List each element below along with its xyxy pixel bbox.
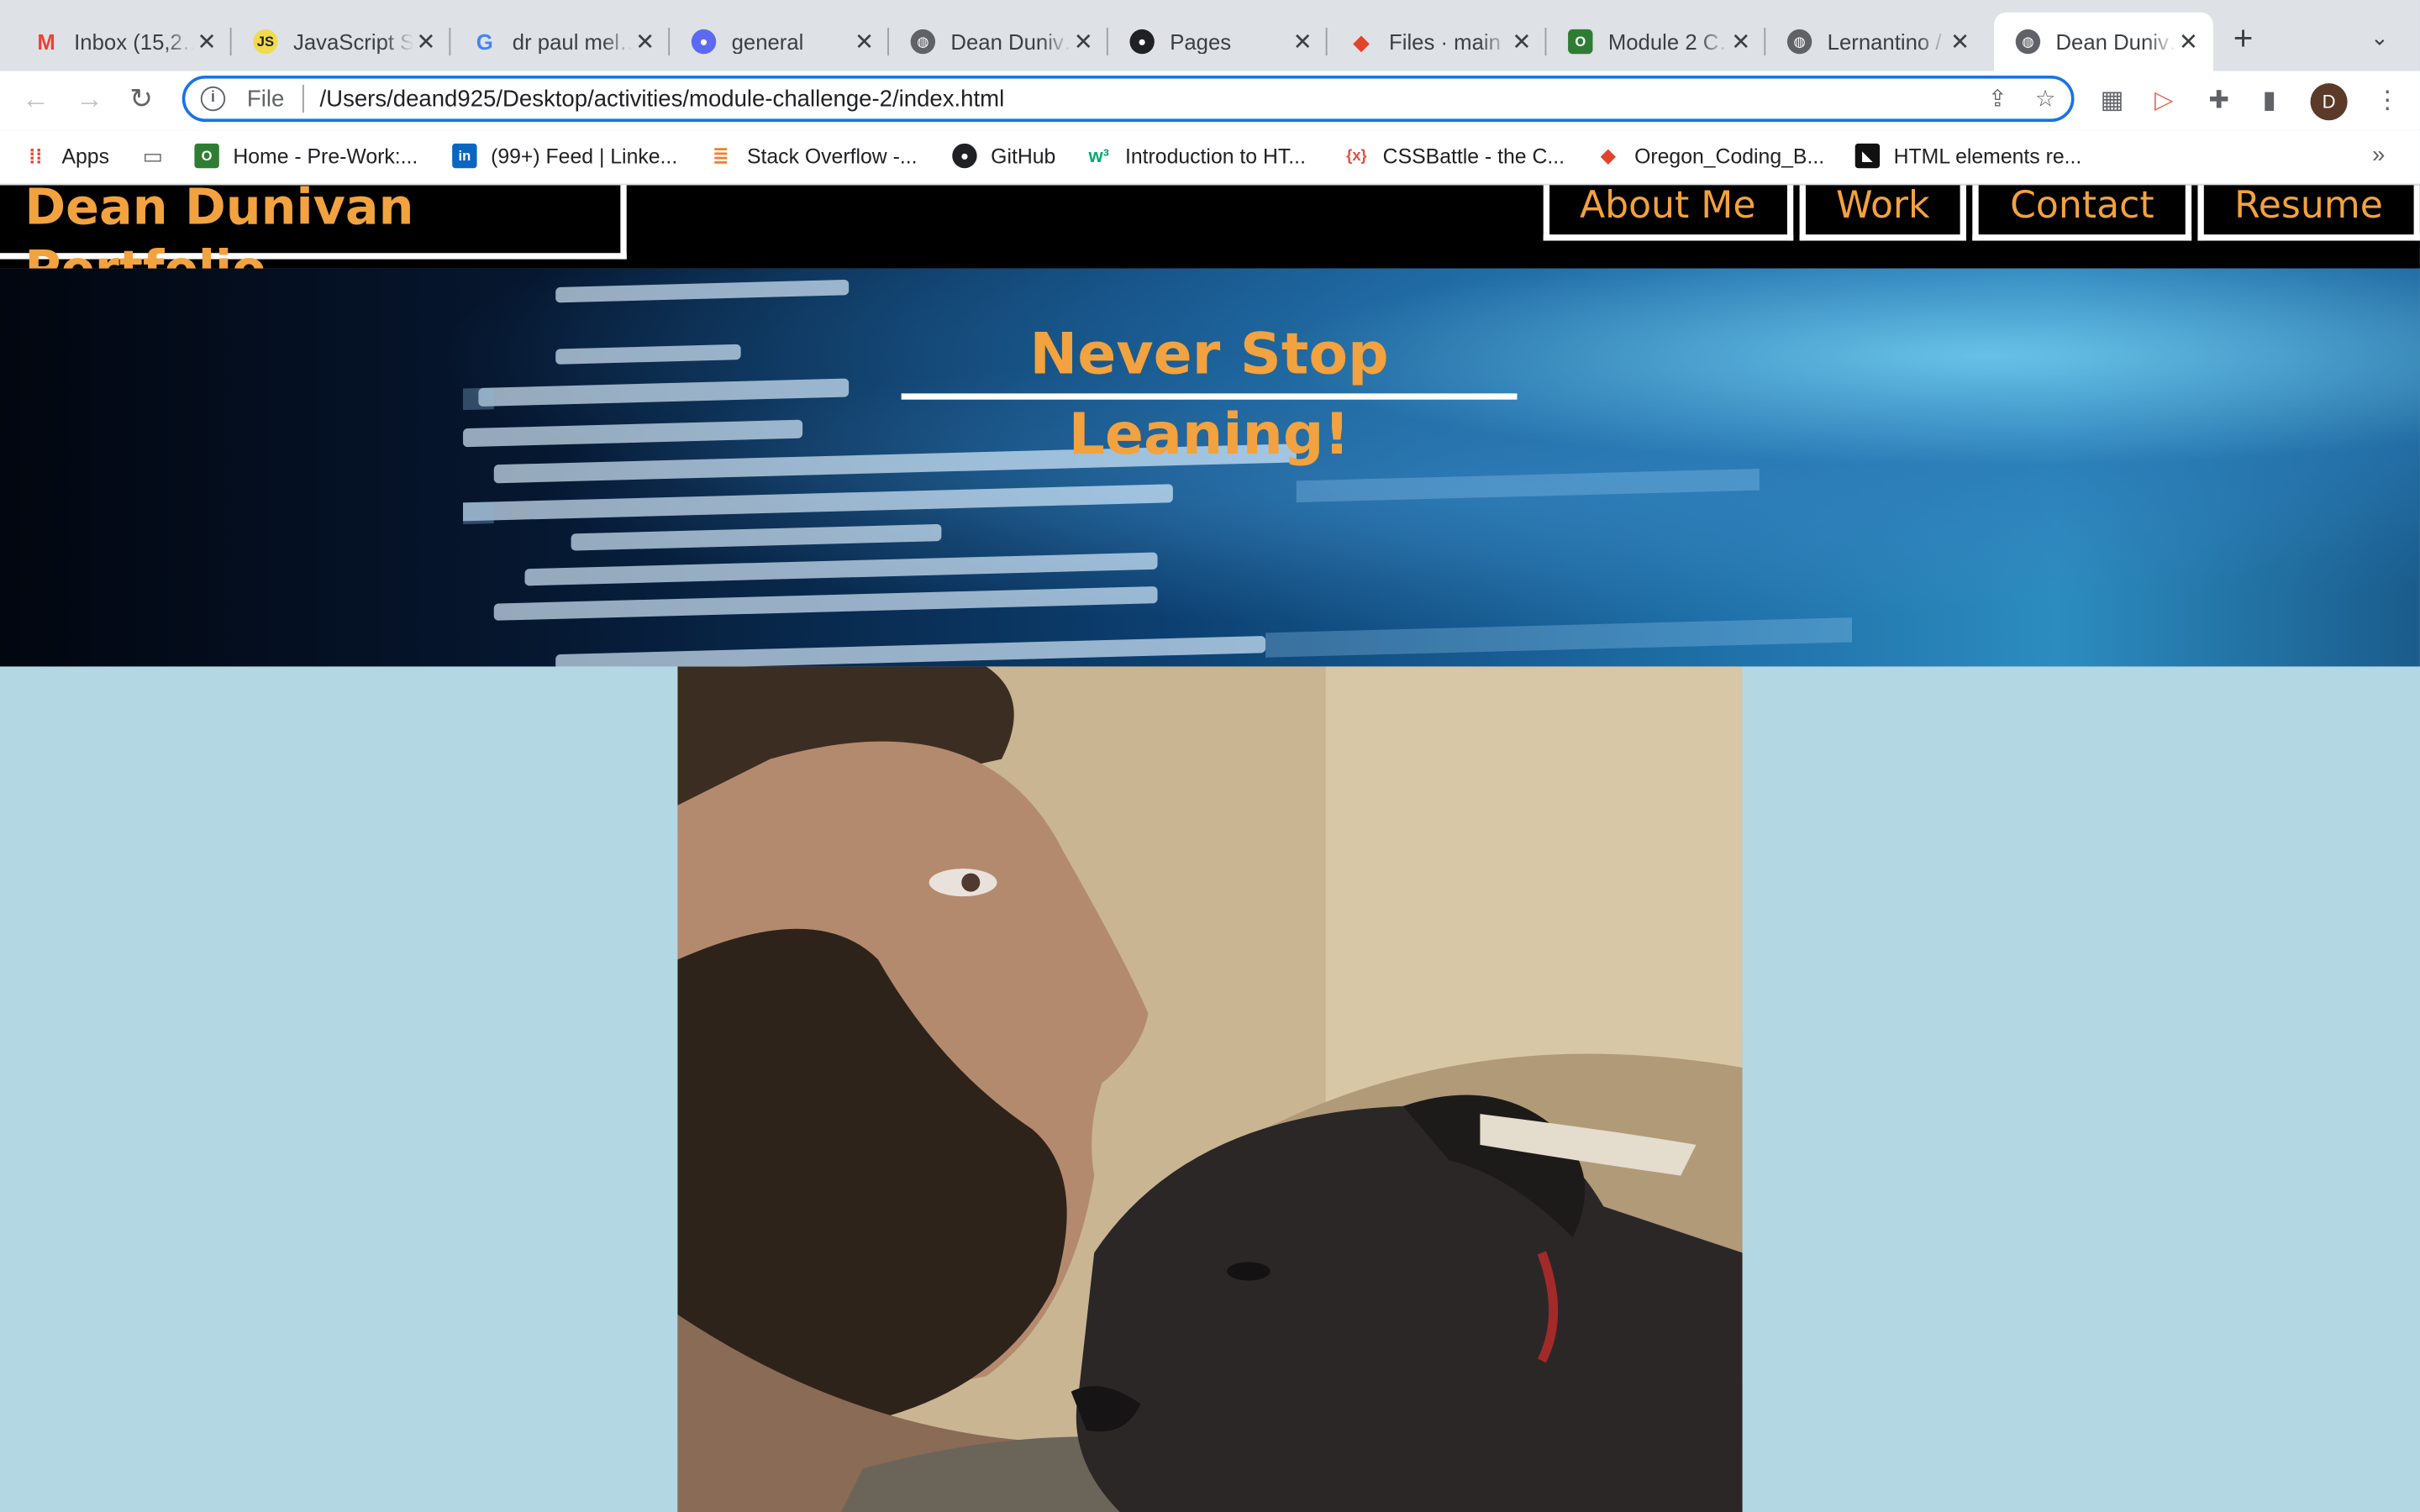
share-icon[interactable]: ⇪ (1988, 85, 2007, 113)
screencast-extension-icon[interactable]: ▷ (2154, 85, 2174, 116)
tab-title: Pages (1170, 29, 1232, 55)
globe-icon: ◍ (2015, 29, 2041, 55)
gitlab-icon: ◆ (1353, 28, 1370, 54)
browser-tab[interactable]: ◍ Dean Duniv… ✕ (889, 13, 1108, 71)
bookmarks-bar: ⁞⁞ Apps ▭ O Home - Pre-Work:... in (99+)… (0, 129, 2420, 186)
forward-arrow-icon[interactable]: → (76, 83, 103, 114)
site-nav: About Me Work Contact Resume (1542, 185, 2420, 241)
nav-work[interactable]: Work (1798, 185, 1967, 241)
close-icon[interactable]: ✕ (852, 28, 876, 55)
browser-tab[interactable]: ● general ✕ (670, 13, 889, 71)
calendar-extension-icon[interactable]: ▦ (2101, 85, 2124, 116)
nav-contact[interactable]: Contact (1973, 185, 2191, 241)
browser-tab[interactable]: ◆ Files · main ✕ (1328, 13, 1547, 71)
bookmark-item[interactable]: in (99+) Feed | Linke... (452, 143, 677, 169)
close-icon[interactable]: ✕ (1728, 28, 1753, 55)
site-title: Dean Dunivan Portfolio (0, 185, 627, 297)
page-viewport: Dean Dunivan Portfolio About Me Work Con… (0, 185, 2420, 1512)
cssbattle-icon: {x} (1346, 147, 1367, 165)
extensions-puzzle-icon[interactable]: ✚ (2208, 85, 2229, 116)
bookmark-item[interactable]: O Home - Pre-Work:... (194, 143, 418, 169)
browser-tab-active[interactable]: ◍ Dean Duniv… ✕ (1994, 12, 2213, 71)
hero-heading: Never Stop Leaning! (901, 315, 1518, 468)
js-icon: JS (253, 29, 278, 55)
tab-strip: M Inbox (15,2… ✕ JS JavaScript S… ✕ G dr… (0, 0, 2420, 71)
close-icon[interactable]: ✕ (1071, 28, 1096, 55)
photo-man-with-dog-graphic (677, 666, 1743, 1512)
tab-title: dr paul mel… (512, 29, 634, 55)
github-icon: ● (1129, 29, 1155, 55)
address-url[interactable]: /Users/deand925/Desktop/activities/modul… (320, 86, 1005, 112)
close-icon[interactable]: ✕ (2176, 28, 2201, 55)
browser-tab[interactable]: ● Pages ✕ (1108, 13, 1328, 71)
bookmark-item[interactable]: {x} CSSBattle - the C... (1344, 144, 1565, 168)
close-icon[interactable]: ✕ (194, 28, 218, 55)
side-panel-icon[interactable]: ▮ (2263, 85, 2276, 116)
browser-toolbar: ← → ↻ i File /Users/deand925/Desktop/act… (0, 71, 2420, 130)
linkedin-icon: in (452, 143, 477, 169)
browser-tab[interactable]: ◍ Lernantino / ✕ (1765, 13, 1985, 71)
browser-tab[interactable]: O Module 2 C… ✕ (1546, 13, 1766, 71)
profile-avatar[interactable]: D (2310, 83, 2348, 121)
nav-about-me[interactable]: About Me (1542, 185, 1793, 241)
info-icon[interactable]: i (200, 86, 226, 112)
tab-title: Lernantino / (1827, 29, 1942, 55)
browser-tab[interactable]: M Inbox (15,2… ✕ (13, 13, 232, 71)
back-arrow-icon[interactable]: ← (22, 83, 50, 114)
bookmark-item[interactable]: w³ Introduction to HT... (1086, 144, 1305, 168)
tab-title: Files · main (1389, 29, 1501, 55)
close-icon[interactable]: ✕ (413, 28, 438, 55)
globe-icon: ◍ (910, 29, 936, 55)
more-bookmarks-icon[interactable]: » (2372, 142, 2385, 168)
stackoverflow-icon: ≣ (712, 143, 729, 167)
gmail-icon: M (37, 29, 55, 55)
gitlab-icon: ◆ (1600, 143, 1617, 167)
browser-tab[interactable]: G dr paul mel… ✕ (450, 13, 671, 71)
w3-icon: w³ (1088, 144, 1109, 167)
reload-icon[interactable]: ↻ (129, 83, 153, 114)
new-tab-button[interactable]: + (2233, 21, 2254, 55)
apps-grid-icon: ⁞⁞ (29, 144, 43, 168)
bookmark-star-icon[interactable]: ☆ (2035, 85, 2056, 113)
tab-title: JavaScript S… (292, 29, 414, 55)
tab-title: general (731, 29, 804, 55)
mdn-icon: ◣ (1854, 143, 1881, 169)
tab-title: Module 2 C… (1607, 29, 1729, 55)
close-icon[interactable]: ✕ (1290, 28, 1314, 55)
globe-icon: ◍ (1786, 29, 1812, 55)
close-icon[interactable]: ✕ (1509, 28, 1534, 55)
hero-banner: Never Stop Leaning! (0, 268, 2420, 667)
chat-icon: ● (691, 29, 717, 55)
github-icon: ● (952, 143, 977, 169)
bookmark-item[interactable]: ≣ Stack Overflow -... (708, 143, 918, 168)
close-icon[interactable]: ✕ (633, 28, 657, 55)
tab-title: Dean Duniv… (2055, 29, 2175, 55)
folder-icon: ▭ (142, 142, 163, 168)
more-menu-icon[interactable]: ⋮ (2375, 85, 2400, 116)
tab-search-chevron-icon[interactable]: ⌄ (2370, 24, 2389, 50)
bookmark-item[interactable]: ◆ Oregon_Coding_B... (1596, 144, 1824, 168)
address-scheme: File (246, 85, 285, 113)
profile-photo (677, 666, 1743, 1512)
bookmark-item[interactable]: ◣ HTML elements re... (1854, 143, 2081, 169)
bookmark-apps[interactable]: ⁞⁞ Apps (24, 144, 109, 168)
google-icon: G (476, 29, 493, 55)
nav-resume[interactable]: Resume (2197, 185, 2420, 241)
browser-tab[interactable]: JS JavaScript S… ✕ (232, 13, 451, 71)
module-icon: O (1568, 29, 1593, 55)
site-header: Dean Dunivan Portfolio About Me Work Con… (0, 185, 2420, 297)
tab-title: Inbox (15,2… (74, 29, 195, 55)
module-icon: O (194, 143, 219, 169)
address-divider (302, 85, 305, 113)
close-icon[interactable]: ✕ (1948, 28, 1972, 55)
bookmark-item[interactable]: ● GitHub (952, 143, 1055, 169)
tab-title: Dean Duniv… (950, 29, 1071, 55)
address-bar[interactable]: i File /Users/deand925/Desktop/activitie… (182, 75, 2075, 123)
bookmark-folder[interactable]: ▭ (140, 142, 179, 168)
